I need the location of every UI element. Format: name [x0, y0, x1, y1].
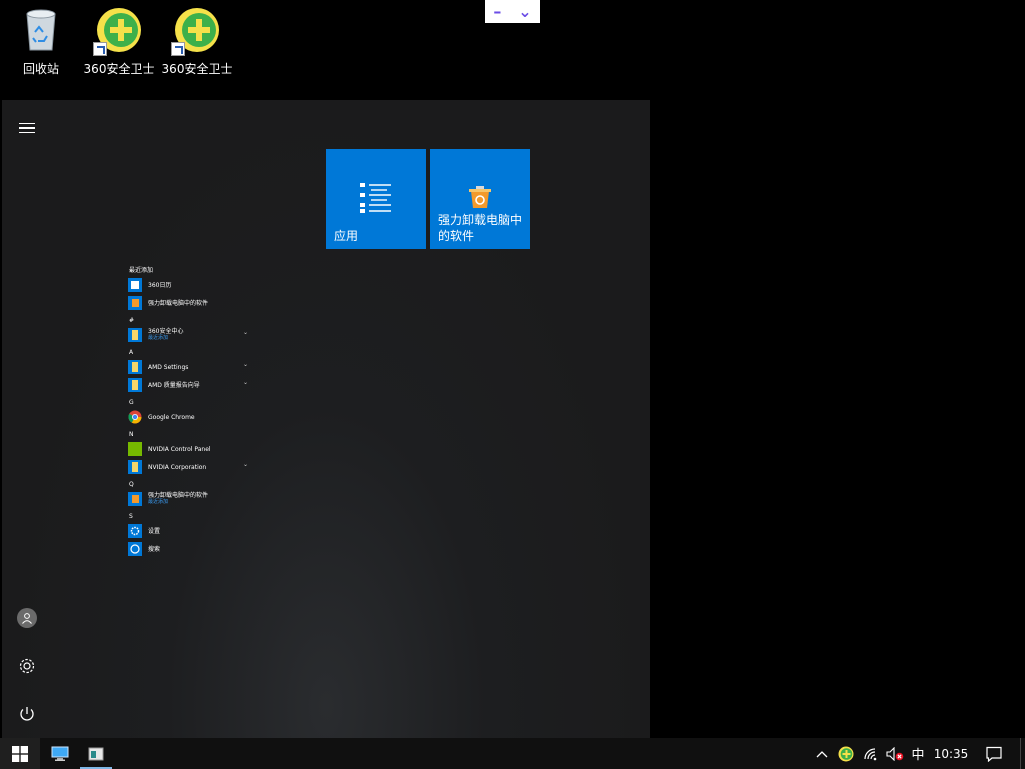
desktop-icon-recycle-bin[interactable]: 回收站 — [1, 6, 81, 77]
list-item[interactable]: AMD Settings ⌄ — [128, 358, 252, 376]
list-item[interactable]: NVIDIA Control Panel — [128, 440, 252, 458]
list-item[interactable]: Google Chrome — [128, 408, 252, 426]
start-menu: 应用 强力卸载电脑中的软件 最近添加 360日历 强力卸载电脑中的软件 # 36… — [2, 100, 650, 738]
chrome-icon — [128, 410, 142, 424]
desktop-icon-360-safe-2[interactable]: 360安全卫士 — [157, 6, 237, 77]
settings-button[interactable] — [14, 653, 40, 679]
tile-uninstall[interactable]: 强力卸载电脑中的软件 — [430, 149, 530, 249]
calendar-icon — [128, 278, 142, 292]
floating-toolbar: – ⌄ — [485, 0, 540, 23]
chevron-up-icon — [816, 750, 828, 757]
app-sub-label: 最近添加 — [148, 335, 169, 341]
nvidia-icon — [128, 442, 142, 456]
shortcut-arrow-icon — [171, 42, 185, 56]
action-center-button[interactable] — [980, 738, 1008, 769]
app-name: 设置 — [148, 527, 161, 535]
desktop-icon-360-safe-1[interactable]: 360安全卫士 — [79, 6, 159, 77]
app-name: AMD Settings — [148, 363, 189, 371]
section-header-n[interactable]: N — [129, 430, 252, 440]
window-app-icon — [88, 747, 104, 760]
folder-icon — [128, 460, 142, 474]
list-icon — [360, 183, 391, 213]
chevron-down-icon[interactable]: ⌄ — [243, 379, 248, 386]
chevron-down-icon[interactable]: ⌄ — [518, 2, 531, 21]
tray-360-icon[interactable] — [836, 738, 856, 769]
app-name: 强力卸载电脑中的软件 — [148, 299, 209, 307]
minimize-button[interactable]: – — [493, 2, 501, 21]
desktop-icon-label: 360安全卫士 — [161, 62, 233, 76]
app-name: Google Chrome — [148, 413, 195, 421]
section-header-recent: 最近添加 — [129, 267, 154, 274]
list-item[interactable]: 搜索 — [128, 540, 252, 558]
start-button[interactable] — [0, 738, 40, 769]
app-name: 360安全中心 — [148, 328, 184, 335]
start-rail — [2, 100, 50, 738]
desktop-icon-label: 回收站 — [22, 62, 59, 76]
app-name: 搜索 — [148, 545, 161, 553]
notification-icon — [986, 746, 1002, 762]
list-item[interactable]: NVIDIA Corporation ⌄ — [128, 458, 252, 476]
list-item[interactable]: 设置 — [128, 522, 252, 540]
shortcut-arrow-icon — [93, 42, 107, 56]
uninstall-box-icon — [469, 186, 491, 208]
tile-apps[interactable]: 应用 — [326, 149, 426, 249]
app-name: 强力卸载电脑中的软件 — [148, 492, 209, 499]
list-item[interactable]: 360安全中心 最近添加 ⌄ — [128, 326, 252, 344]
app-name: AMD 质量报告向导 — [148, 381, 200, 389]
network-icon[interactable] — [860, 738, 882, 769]
hamburger-menu-icon[interactable] — [14, 115, 40, 141]
power-button[interactable] — [14, 701, 40, 727]
list-item[interactable]: 强力卸载电脑中的软件 — [128, 294, 252, 312]
section-header-a[interactable]: A — [129, 348, 252, 358]
search-icon — [128, 542, 142, 556]
list-item[interactable]: 360日历 — [128, 276, 252, 294]
clock[interactable]: 10:35 — [930, 738, 972, 769]
show-hidden-icons-button[interactable] — [814, 738, 830, 769]
volume-muted-icon[interactable] — [884, 738, 906, 769]
section-header-s[interactable]: S — [129, 512, 252, 522]
chevron-down-icon[interactable]: ⌄ — [243, 329, 248, 336]
taskbar-app-window[interactable] — [78, 738, 114, 769]
uninstall-icon — [128, 492, 142, 506]
power-icon — [20, 707, 34, 721]
app-sub-label: 最近添加 — [148, 499, 169, 505]
gear-icon — [128, 524, 142, 538]
app-name: NVIDIA Control Panel — [148, 445, 211, 453]
section-header-hash[interactable]: # — [129, 316, 252, 326]
360-safe-icon — [171, 6, 221, 56]
360-safe-icon — [838, 746, 854, 761]
360-safe-icon — [93, 6, 143, 56]
tile-label: 应用 — [334, 229, 359, 243]
taskbar: 中 10:35 — [0, 738, 1025, 769]
list-item[interactable]: AMD 质量报告向导 ⌄ — [128, 376, 252, 394]
folder-icon — [128, 328, 142, 342]
chevron-down-icon[interactable]: ⌄ — [243, 461, 248, 468]
folder-icon — [128, 360, 142, 374]
section-header-g[interactable]: G — [129, 398, 252, 408]
tile-label: 强力卸载电脑中的软件 — [438, 213, 523, 243]
ime-indicator[interactable]: 中 — [908, 738, 928, 769]
gear-icon — [19, 658, 35, 674]
avatar-icon — [17, 608, 37, 628]
taskbar-this-pc[interactable] — [42, 738, 78, 769]
user-account-button[interactable] — [14, 605, 40, 631]
app-name: 360日历 — [148, 281, 172, 289]
show-desktop-button[interactable] — [1020, 738, 1025, 769]
recycle-bin-icon — [17, 6, 65, 54]
app-list: 最近添加 360日历 强力卸载电脑中的软件 # 360安全中心 最近添加 ⌄ A … — [128, 266, 252, 578]
section-header-q[interactable]: Q — [129, 480, 252, 490]
uninstall-icon — [128, 296, 142, 310]
app-name: NVIDIA Corporation — [148, 463, 207, 471]
windows-logo-icon — [12, 745, 28, 762]
desktop-icon-label: 360安全卫士 — [83, 62, 155, 76]
chevron-down-icon[interactable]: ⌄ — [243, 361, 248, 368]
folder-icon — [128, 378, 142, 392]
list-item[interactable]: 强力卸载电脑中的软件 最近添加 — [128, 490, 252, 508]
computer-icon — [51, 746, 69, 761]
